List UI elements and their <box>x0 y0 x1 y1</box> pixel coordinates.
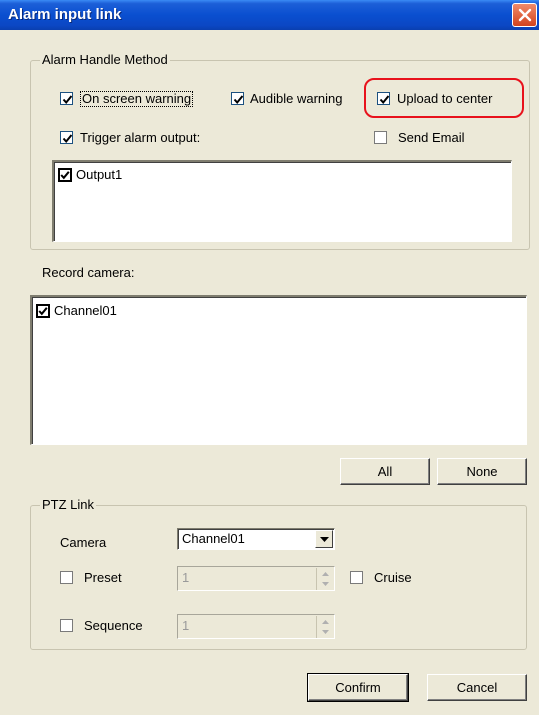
ptz-camera-label: Camera <box>60 535 107 550</box>
check-icon <box>62 134 73 144</box>
check-icon <box>60 171 70 180</box>
ptz-link-legend: PTZ Link <box>40 497 97 513</box>
sequence-decrement[interactable] <box>317 627 333 638</box>
upload-to-center-highlight <box>364 78 524 118</box>
output1-label: Output1 <box>76 167 123 182</box>
confirm-label: Confirm <box>335 680 381 695</box>
output1-checkbox[interactable] <box>58 168 72 182</box>
cruise-label: Cruise <box>374 570 412 585</box>
channel01-label: Channel01 <box>54 303 117 318</box>
check-icon <box>62 95 73 105</box>
channel01-checkbox[interactable] <box>36 304 50 318</box>
preset-label: Preset <box>84 570 122 585</box>
preset-checkbox[interactable] <box>60 571 73 584</box>
arrow-down-icon <box>322 630 329 634</box>
preset-value: 1 <box>182 570 190 585</box>
sequence-value: 1 <box>182 618 190 633</box>
check-icon <box>38 307 48 316</box>
select-all-button[interactable]: All <box>340 458 430 485</box>
ptz-camera-value: Channel01 <box>182 531 245 546</box>
arrow-up-icon <box>322 572 329 576</box>
alarm-handle-method-legend: Alarm Handle Method <box>40 52 170 68</box>
alarm-input-link-dialog: Alarm input link Alarm Handle Method On … <box>0 0 539 715</box>
sequence-label: Sequence <box>84 618 143 633</box>
preset-decrement[interactable] <box>317 579 333 590</box>
select-none-button[interactable]: None <box>437 458 527 485</box>
ptz-camera-select[interactable]: Channel01 <box>177 528 335 550</box>
send-email-label: Send Email <box>398 130 465 145</box>
ptz-camera-dropdown-button[interactable] <box>315 530 333 548</box>
close-icon <box>518 8 532 22</box>
trigger-alarm-output-label: Trigger alarm output: <box>80 130 201 145</box>
cancel-button[interactable]: Cancel <box>427 674 527 701</box>
sequence-spinner-arrows[interactable] <box>316 616 333 638</box>
alarm-output-list[interactable]: Output1 <box>52 160 512 242</box>
arrow-down-icon <box>322 582 329 586</box>
select-none-label: None <box>466 464 498 479</box>
cruise-checkbox[interactable] <box>350 571 363 584</box>
confirm-button[interactable]: Confirm <box>307 673 409 702</box>
sequence-checkbox[interactable] <box>60 619 73 632</box>
record-camera-label: Record camera: <box>42 265 135 280</box>
sequence-increment[interactable] <box>317 616 333 627</box>
audible-warning-label: Audible warning <box>250 91 343 106</box>
audible-warning-checkbox[interactable] <box>231 92 244 105</box>
chevron-down-icon <box>320 537 329 542</box>
on-screen-warning-checkbox[interactable] <box>60 92 73 105</box>
send-email-checkbox[interactable] <box>374 131 387 144</box>
arrow-up-icon <box>322 620 329 624</box>
cancel-label: Cancel <box>456 680 498 695</box>
select-all-label: All <box>377 464 393 479</box>
check-icon <box>233 95 244 105</box>
trigger-alarm-output-checkbox[interactable] <box>60 131 73 144</box>
window-title: Alarm input link <box>8 6 122 23</box>
record-camera-list[interactable]: Channel01 <box>30 295 527 445</box>
preset-spinner[interactable]: 1 <box>177 566 335 591</box>
title-bar[interactable]: Alarm input link <box>0 0 539 30</box>
preset-spinner-arrows[interactable] <box>316 568 333 590</box>
close-button[interactable] <box>512 3 537 27</box>
preset-increment[interactable] <box>317 568 333 579</box>
on-screen-warning-label: On screen warning <box>80 91 194 107</box>
sequence-spinner[interactable]: 1 <box>177 614 335 639</box>
